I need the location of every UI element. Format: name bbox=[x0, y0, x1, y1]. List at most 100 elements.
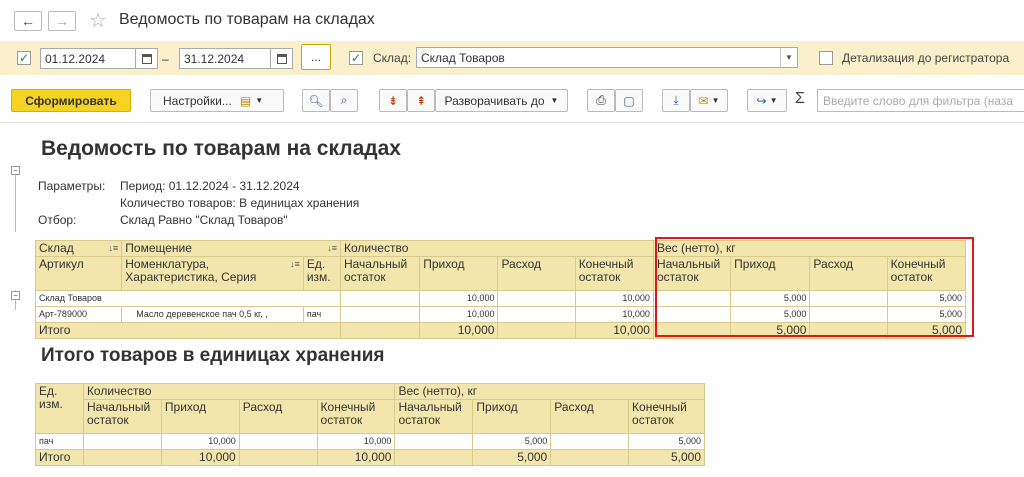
collapse-icon: ⇟ bbox=[387, 93, 399, 108]
params-period: Период: 01.12.2024 - 31.12.2024 bbox=[120, 179, 300, 193]
forward-button[interactable]: → bbox=[48, 11, 76, 31]
cell bbox=[238, 433, 318, 450]
sort-icon: ↓≡ bbox=[290, 259, 300, 269]
warehouse-checkbox[interactable]: ✓ bbox=[349, 51, 363, 65]
expand-icon: ⇞ bbox=[415, 93, 427, 108]
cell: 5,000 bbox=[628, 433, 705, 450]
cell bbox=[394, 433, 474, 450]
header-w-start: Начальный остаток bbox=[394, 399, 474, 434]
date-to-calendar-button[interactable] bbox=[271, 48, 293, 69]
generate-button[interactable]: Сформировать bbox=[11, 89, 131, 112]
date-from-input[interactable]: 01.12.2024 bbox=[40, 48, 136, 69]
cell: 10,000 bbox=[419, 290, 499, 307]
cell: 10,000 bbox=[419, 322, 499, 339]
cell: 10,000 bbox=[316, 433, 396, 450]
preview-icon: ▢ bbox=[623, 93, 635, 108]
header-w-expense: Расход bbox=[550, 399, 630, 434]
header-nomenclature[interactable]: ↓≡ Номенклатура, Характеристика, Серия bbox=[121, 256, 304, 291]
cell: 10,000 bbox=[574, 290, 654, 307]
date-to-input[interactable]: 31.12.2024 bbox=[179, 48, 271, 69]
collapse-groups-button[interactable]: ⇟ bbox=[379, 89, 407, 112]
chevron-down-icon: ▼ bbox=[550, 96, 559, 105]
arrow-right-icon: → bbox=[55, 13, 69, 29]
send-button[interactable]: ✉ ▼ bbox=[690, 89, 728, 112]
header-warehouse[interactable]: Склад ↓≡ bbox=[34, 240, 123, 257]
cell bbox=[339, 290, 421, 307]
cell bbox=[497, 306, 576, 323]
params-qty: Количество товаров: В единицах хранения bbox=[120, 196, 360, 210]
header-quantity: Количество bbox=[82, 383, 396, 400]
chevron-down-icon: ▼ bbox=[711, 96, 720, 105]
highlight-frame bbox=[655, 237, 974, 337]
calendar-icon bbox=[276, 53, 287, 64]
header-unit: Ед. изм. bbox=[35, 383, 84, 434]
preview-button[interactable]: ▢ bbox=[615, 89, 643, 112]
cell: 5,000 bbox=[472, 449, 552, 466]
cell bbox=[339, 322, 421, 339]
cell bbox=[497, 322, 576, 339]
total-label: Итого bbox=[35, 322, 341, 339]
collapse-header-icon[interactable]: − bbox=[11, 166, 20, 175]
cell: 10,000 bbox=[160, 449, 240, 466]
cell bbox=[394, 449, 474, 466]
warehouse-select[interactable]: Склад Товаров ▼ bbox=[416, 47, 798, 68]
star-icon[interactable]: ☆ bbox=[89, 8, 107, 33]
header-qty-income: Приход bbox=[160, 399, 240, 434]
save-button[interactable]: ⤓ bbox=[662, 89, 690, 112]
detail-label: Детализация до регистратора bbox=[842, 51, 1010, 65]
total-label: Итого bbox=[35, 449, 84, 466]
header-qty-expense: Расход bbox=[238, 399, 318, 434]
header-room-label: Помещение bbox=[125, 241, 192, 255]
settings-label: Настройки... bbox=[163, 93, 232, 108]
cell: 10,000 bbox=[574, 322, 654, 339]
cell bbox=[82, 433, 162, 450]
cell: 10,000 bbox=[160, 433, 240, 450]
chevron-down-icon: ▼ bbox=[769, 96, 778, 105]
header-article: Артикул bbox=[34, 256, 123, 291]
expand-groups-button[interactable]: ⇞ bbox=[407, 89, 435, 112]
header-qty-start: Начальный остаток bbox=[339, 256, 421, 291]
collapse-group-icon[interactable]: − bbox=[11, 291, 20, 300]
cell: 10,000 bbox=[574, 306, 654, 323]
print-button[interactable]: ⎙ bbox=[587, 89, 615, 112]
filter-label: Отбор: bbox=[38, 213, 77, 227]
period-checkbox[interactable]: ✓ bbox=[17, 51, 31, 65]
search-icon: 🔍︎ bbox=[308, 93, 324, 108]
title-bar: ← → ☆ Ведомость по товарам на складах bbox=[0, 0, 1024, 40]
summary-title: Итого товаров в единицах хранения bbox=[41, 345, 385, 366]
summary-table: Ед. изм. Количество Вес (нетто), кг Нача… bbox=[35, 383, 705, 466]
sort-icon: ↓≡ bbox=[327, 243, 337, 253]
sum-icon[interactable]: Σ bbox=[795, 90, 805, 108]
navigate-button[interactable]: ↪ ▼ bbox=[747, 89, 787, 112]
params-label: Параметры: bbox=[38, 179, 106, 193]
header-qty-income: Приход bbox=[419, 256, 499, 291]
detail-checkbox[interactable] bbox=[819, 51, 833, 65]
header-warehouse-label: Склад bbox=[39, 241, 74, 255]
check-icon: ✓ bbox=[18, 51, 30, 65]
cell bbox=[82, 449, 162, 466]
chevron-down-icon[interactable]: ▼ bbox=[780, 48, 797, 67]
period-select-button[interactable]: ... bbox=[301, 44, 331, 70]
filter-value: Склад Равно "Склад Товаров" bbox=[120, 213, 288, 227]
settings-button[interactable]: Настройки... ▤ ▼ bbox=[150, 89, 284, 112]
back-button[interactable]: ← bbox=[14, 11, 42, 31]
header-weight: Вес (нетто), кг bbox=[394, 383, 705, 400]
cell: 10,000 bbox=[419, 306, 499, 323]
header-qty-end: Конечный остаток bbox=[574, 256, 654, 291]
cell bbox=[550, 449, 630, 466]
expand-to-button[interactable]: Разворачивать до ▼ bbox=[435, 89, 568, 112]
header-w-end: Конечный остаток bbox=[628, 399, 705, 434]
table-row[interactable]: пач 10,000 10,000 5,000 5,000 bbox=[35, 433, 705, 450]
find-button[interactable]: 🔍︎ bbox=[302, 89, 330, 112]
cell bbox=[497, 290, 576, 307]
search-next-icon: ⌕ bbox=[340, 93, 348, 107]
cell: 5,000 bbox=[472, 433, 552, 450]
header-room[interactable]: Помещение ↓≡ bbox=[121, 240, 341, 257]
group-name: Склад Товаров bbox=[35, 290, 341, 307]
report-title: Ведомость по товарам на складах bbox=[41, 137, 401, 160]
header-nomenclature-label: Номенклатура, Характеристика, Серия bbox=[125, 257, 257, 284]
date-from-calendar-button[interactable] bbox=[136, 48, 158, 69]
cell bbox=[550, 433, 630, 450]
filter-search-input[interactable]: Введите слово для фильтра (наза bbox=[817, 89, 1024, 112]
find-next-button[interactable]: ⌕ bbox=[330, 89, 358, 112]
